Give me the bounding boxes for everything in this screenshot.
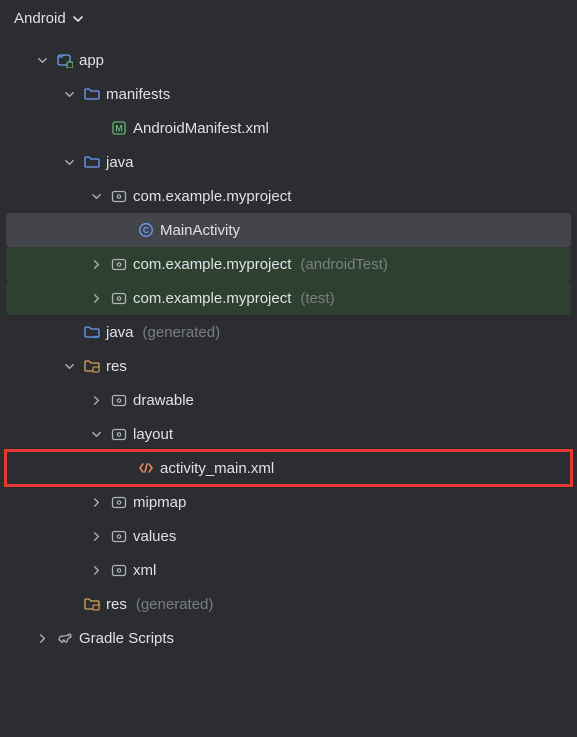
tree-item-res-generated[interactable]: res (generated) (6, 587, 571, 621)
tree-label: res (106, 358, 127, 375)
tree-label-suffix: (generated) (136, 596, 214, 613)
tree-item-mipmap[interactable]: mipmap (6, 485, 571, 519)
folder-icon (83, 85, 101, 103)
resource-folder-icon (83, 595, 101, 613)
package-icon (110, 527, 128, 545)
view-selector[interactable]: Android (0, 0, 577, 43)
chevron-down-icon (60, 85, 78, 103)
tree-label: mipmap (133, 494, 186, 511)
manifest-file-icon: M (110, 119, 128, 137)
tree-item-drawable[interactable]: drawable (6, 383, 571, 417)
tree-label: app (79, 52, 104, 69)
tree-item-manifest-file[interactable]: M AndroidManifest.xml (6, 111, 571, 145)
chevron-right-icon (87, 561, 105, 579)
project-tree: app manifests M AndroidManifest.xml (0, 43, 577, 661)
package-icon (110, 493, 128, 511)
tree-label: com.example.myproject (133, 290, 291, 307)
tree-label: com.example.myproject (133, 188, 291, 205)
folder-generated-icon (83, 323, 101, 341)
tree-item-java-generated[interactable]: java (generated) (6, 315, 571, 349)
module-icon (56, 51, 74, 69)
chevron-down-icon (33, 51, 51, 69)
chevron-down-icon (87, 425, 105, 443)
svg-text:M: M (115, 124, 123, 134)
chevron-down-icon (72, 13, 84, 25)
tree-item-res[interactable]: res (6, 349, 571, 383)
tree-label: AndroidManifest.xml (133, 120, 269, 137)
package-icon (110, 561, 128, 579)
tree-item-activity-main[interactable]: activity_main.xml (6, 451, 571, 485)
tree-item-gradle-scripts[interactable]: Gradle Scripts (6, 621, 571, 655)
package-icon (110, 255, 128, 273)
tree-label: Gradle Scripts (79, 630, 174, 647)
chevron-right-icon (87, 289, 105, 307)
tree-item-package-androidtest[interactable]: com.example.myproject (androidTest) (6, 247, 571, 281)
tree-item-app[interactable]: app (6, 43, 571, 77)
tree-item-package[interactable]: com.example.myproject (6, 179, 571, 213)
tree-label: drawable (133, 392, 194, 409)
tree-label: xml (133, 562, 156, 579)
svg-text:C: C (143, 225, 149, 235)
view-selector-label: Android (14, 10, 66, 27)
tree-label: java (106, 324, 134, 341)
tree-label: com.example.myproject (133, 256, 291, 273)
tree-label: values (133, 528, 176, 545)
package-icon (110, 391, 128, 409)
tree-label-suffix: (test) (300, 290, 334, 307)
chevron-right-icon (87, 391, 105, 409)
chevron-down-icon (87, 187, 105, 205)
chevron-down-icon (60, 153, 78, 171)
resource-folder-icon (83, 357, 101, 375)
tree-item-manifests[interactable]: manifests (6, 77, 571, 111)
gradle-icon (56, 629, 74, 647)
folder-icon (83, 153, 101, 171)
chevron-right-icon (87, 527, 105, 545)
tree-label: layout (133, 426, 173, 443)
chevron-right-icon (87, 255, 105, 273)
package-icon (110, 289, 128, 307)
tree-label: manifests (106, 86, 170, 103)
chevron-down-icon (60, 357, 78, 375)
tree-item-xml[interactable]: xml (6, 553, 571, 587)
class-file-icon: C (137, 221, 155, 239)
tree-item-values[interactable]: values (6, 519, 571, 553)
package-icon (110, 187, 128, 205)
tree-item-java[interactable]: java (6, 145, 571, 179)
tree-label-suffix: (generated) (143, 324, 221, 341)
tree-label: MainActivity (160, 222, 240, 239)
tree-item-package-test[interactable]: com.example.myproject (test) (6, 281, 571, 315)
xml-layout-file-icon (137, 459, 155, 477)
chevron-right-icon (87, 493, 105, 511)
package-icon (110, 425, 128, 443)
tree-label: java (106, 154, 134, 171)
tree-item-main-activity[interactable]: C MainActivity (6, 213, 571, 247)
tree-item-layout[interactable]: layout (6, 417, 571, 451)
tree-label-suffix: (androidTest) (300, 256, 388, 273)
chevron-right-icon (33, 629, 51, 647)
tree-label: activity_main.xml (160, 460, 274, 477)
tree-label: res (106, 596, 127, 613)
